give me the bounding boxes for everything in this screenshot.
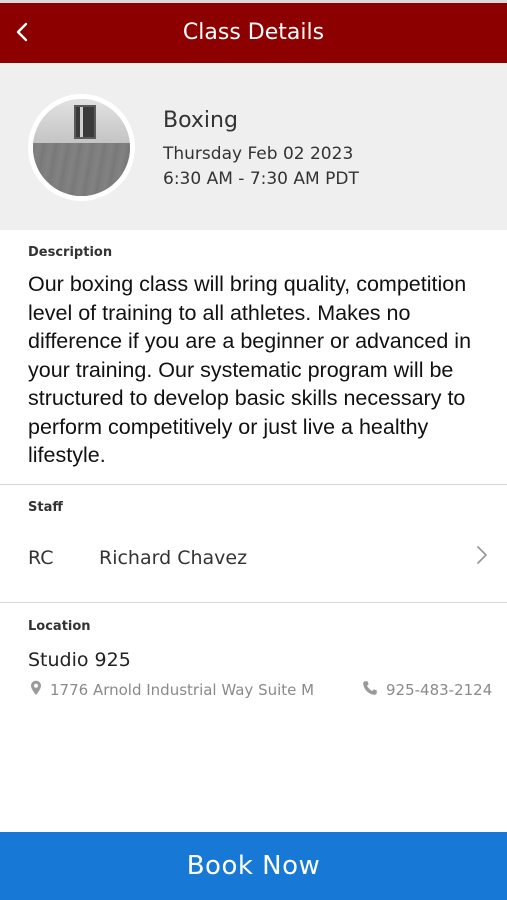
staff-initials: RC: [28, 547, 54, 569]
book-now-button[interactable]: Book Now: [0, 832, 507, 900]
staff-name: Richard Chavez: [99, 547, 248, 569]
location-label: Location: [28, 619, 91, 634]
description-text: Our boxing class will bring quality, com…: [28, 272, 472, 467]
class-image: [28, 94, 135, 201]
class-summary: Boxing Thursday Feb 02 2023 6:30 AM - 7:…: [0, 63, 507, 230]
staff-label: Staff: [28, 500, 63, 515]
class-date: Thursday Feb 02 2023: [163, 144, 354, 164]
description-label: Description: [28, 245, 113, 260]
class-name: Boxing: [163, 108, 238, 133]
chevron-right-icon: [475, 544, 489, 566]
address-link[interactable]: 1776 Arnold Industrial Way Suite M: [30, 680, 314, 700]
map-pin-icon: [30, 680, 42, 700]
header-bar: Class Details: [0, 3, 507, 63]
location-name: Studio 925: [28, 649, 131, 671]
class-time: 6:30 AM - 7:30 AM PDT: [163, 169, 359, 189]
location-address: 1776 Arnold Industrial Way Suite M: [50, 681, 315, 699]
phone-link[interactable]: 925-483-2124: [362, 680, 492, 700]
page-title: Class Details: [182, 20, 325, 45]
divider: [0, 484, 507, 485]
location-phone: 925-483-2124: [386, 681, 493, 699]
staff-row[interactable]: RC Richard Chavez: [0, 532, 507, 584]
phone-icon: [362, 680, 378, 700]
divider: [0, 602, 507, 603]
